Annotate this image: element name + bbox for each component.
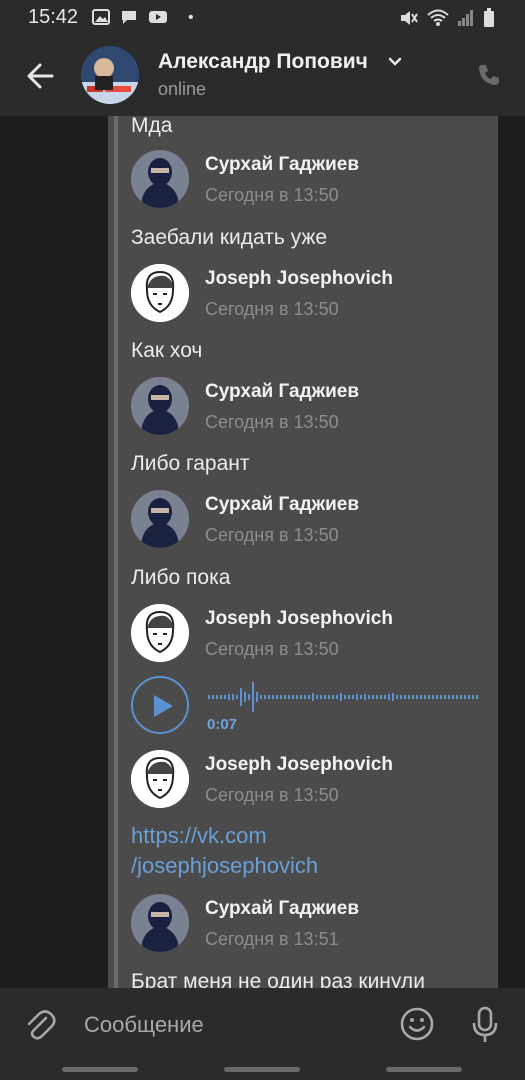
link-line-2[interactable]: /josephjosephovich bbox=[131, 851, 318, 881]
message-time: Сегодня в 13:50 bbox=[205, 412, 339, 432]
notification-icons: • bbox=[92, 9, 194, 27]
profile-link[interactable]: https://vk.com /josephjosephovich bbox=[131, 821, 318, 881]
message-time: Сегодня в 13:50 bbox=[205, 525, 339, 545]
battery-icon bbox=[484, 8, 494, 27]
microphone-icon[interactable] bbox=[470, 1006, 500, 1044]
message-text: Как хоч bbox=[131, 339, 203, 362]
author-name[interactable]: Joseph Josephovich bbox=[205, 268, 393, 290]
message-text: Либо пока bbox=[131, 566, 231, 589]
voice-waveform[interactable] bbox=[207, 682, 479, 712]
status-bar: 15:42 • bbox=[0, 0, 525, 36]
wifi-icon bbox=[427, 9, 449, 26]
phone-icon[interactable] bbox=[476, 62, 502, 88]
message-author: Сурхай Гаджиев Сегодня в 13:50 bbox=[131, 377, 491, 435]
link-line-1[interactable]: https://vk.com bbox=[131, 821, 318, 851]
system-icons bbox=[399, 8, 495, 28]
nav-home[interactable] bbox=[224, 1067, 300, 1072]
contact-status: online bbox=[158, 79, 207, 99]
voice-message[interactable]: 0:07 bbox=[131, 676, 486, 738]
message-time: Сегодня в 13:50 bbox=[205, 299, 339, 319]
author-avatar[interactable] bbox=[131, 490, 189, 548]
mute-icon bbox=[401, 11, 418, 25]
author-name[interactable]: Joseph Josephovich bbox=[205, 608, 393, 630]
message-text: Мда bbox=[131, 116, 173, 137]
voice-duration: 0:07 bbox=[207, 716, 238, 733]
author-avatar[interactable] bbox=[131, 604, 189, 662]
message-author: Joseph Josephovich Сегодня в 13:50 bbox=[131, 604, 491, 662]
play-button[interactable] bbox=[131, 676, 189, 734]
author-avatar[interactable] bbox=[131, 377, 189, 435]
emoji-icon[interactable] bbox=[399, 1006, 435, 1042]
nav-recents[interactable] bbox=[62, 1067, 138, 1072]
message-author: Сурхай Гаджиев Сегодня в 13:50 bbox=[131, 150, 491, 208]
author-avatar[interactable] bbox=[131, 150, 189, 208]
message-author: Joseph Josephovich Сегодня в 13:50 bbox=[131, 264, 491, 322]
message-time: Сегодня в 13:50 bbox=[205, 185, 339, 205]
more-dot: • bbox=[188, 9, 194, 26]
paperclip-icon[interactable] bbox=[24, 1008, 56, 1042]
author-avatar[interactable] bbox=[131, 264, 189, 322]
status-time: 15:42 bbox=[28, 6, 79, 28]
author-name[interactable]: Сурхай Гаджиев bbox=[205, 154, 359, 176]
author-name[interactable]: Joseph Josephovich bbox=[205, 754, 393, 776]
message-text: Брат меня не один раз кинули bbox=[131, 970, 425, 988]
message-time: Сегодня в 13:51 bbox=[205, 929, 339, 949]
contact-avatar[interactable] bbox=[81, 46, 139, 104]
chat-bubble-icon bbox=[122, 11, 136, 24]
author-name[interactable]: Сурхай Гаджиев bbox=[205, 898, 359, 920]
youtube-icon bbox=[149, 11, 167, 23]
message-text: Заебали кидать уже bbox=[131, 226, 328, 249]
contact-name[interactable]: Александр Попович bbox=[158, 50, 368, 74]
author-avatar[interactable] bbox=[131, 894, 189, 952]
message-input-bar: Сообщение bbox=[0, 988, 525, 1060]
message-time: Сегодня в 13:50 bbox=[205, 785, 339, 805]
signal-icon bbox=[458, 10, 473, 26]
system-navigation-bar bbox=[0, 1060, 525, 1080]
chevron-down-icon[interactable] bbox=[386, 52, 404, 70]
author-name[interactable]: Сурхай Гаджиев bbox=[205, 381, 359, 403]
gallery-icon bbox=[92, 9, 110, 25]
forward-indicator-bar bbox=[114, 116, 118, 988]
chat-area[interactable]: Мда Сурхай Гаджиев Сегодня в 13:50 Заеба… bbox=[0, 116, 525, 988]
nav-back[interactable] bbox=[386, 1067, 462, 1072]
message-author: Сурхай Гаджиев Сегодня в 13:51 bbox=[131, 894, 491, 952]
message-time: Сегодня в 13:50 bbox=[205, 639, 339, 659]
author-avatar[interactable] bbox=[131, 750, 189, 808]
author-name[interactable]: Сурхай Гаджиев bbox=[205, 494, 359, 516]
message-author: Сурхай Гаджиев Сегодня в 13:50 bbox=[131, 490, 491, 548]
chat-header: Александр Попович online bbox=[0, 36, 525, 116]
message-input[interactable]: Сообщение bbox=[84, 1012, 204, 1038]
play-icon bbox=[154, 695, 173, 717]
message-author: Joseph Josephovich Сегодня в 13:50 bbox=[131, 750, 491, 808]
message-text: Либо гарант bbox=[131, 452, 250, 475]
back-arrow-icon[interactable] bbox=[22, 58, 58, 94]
